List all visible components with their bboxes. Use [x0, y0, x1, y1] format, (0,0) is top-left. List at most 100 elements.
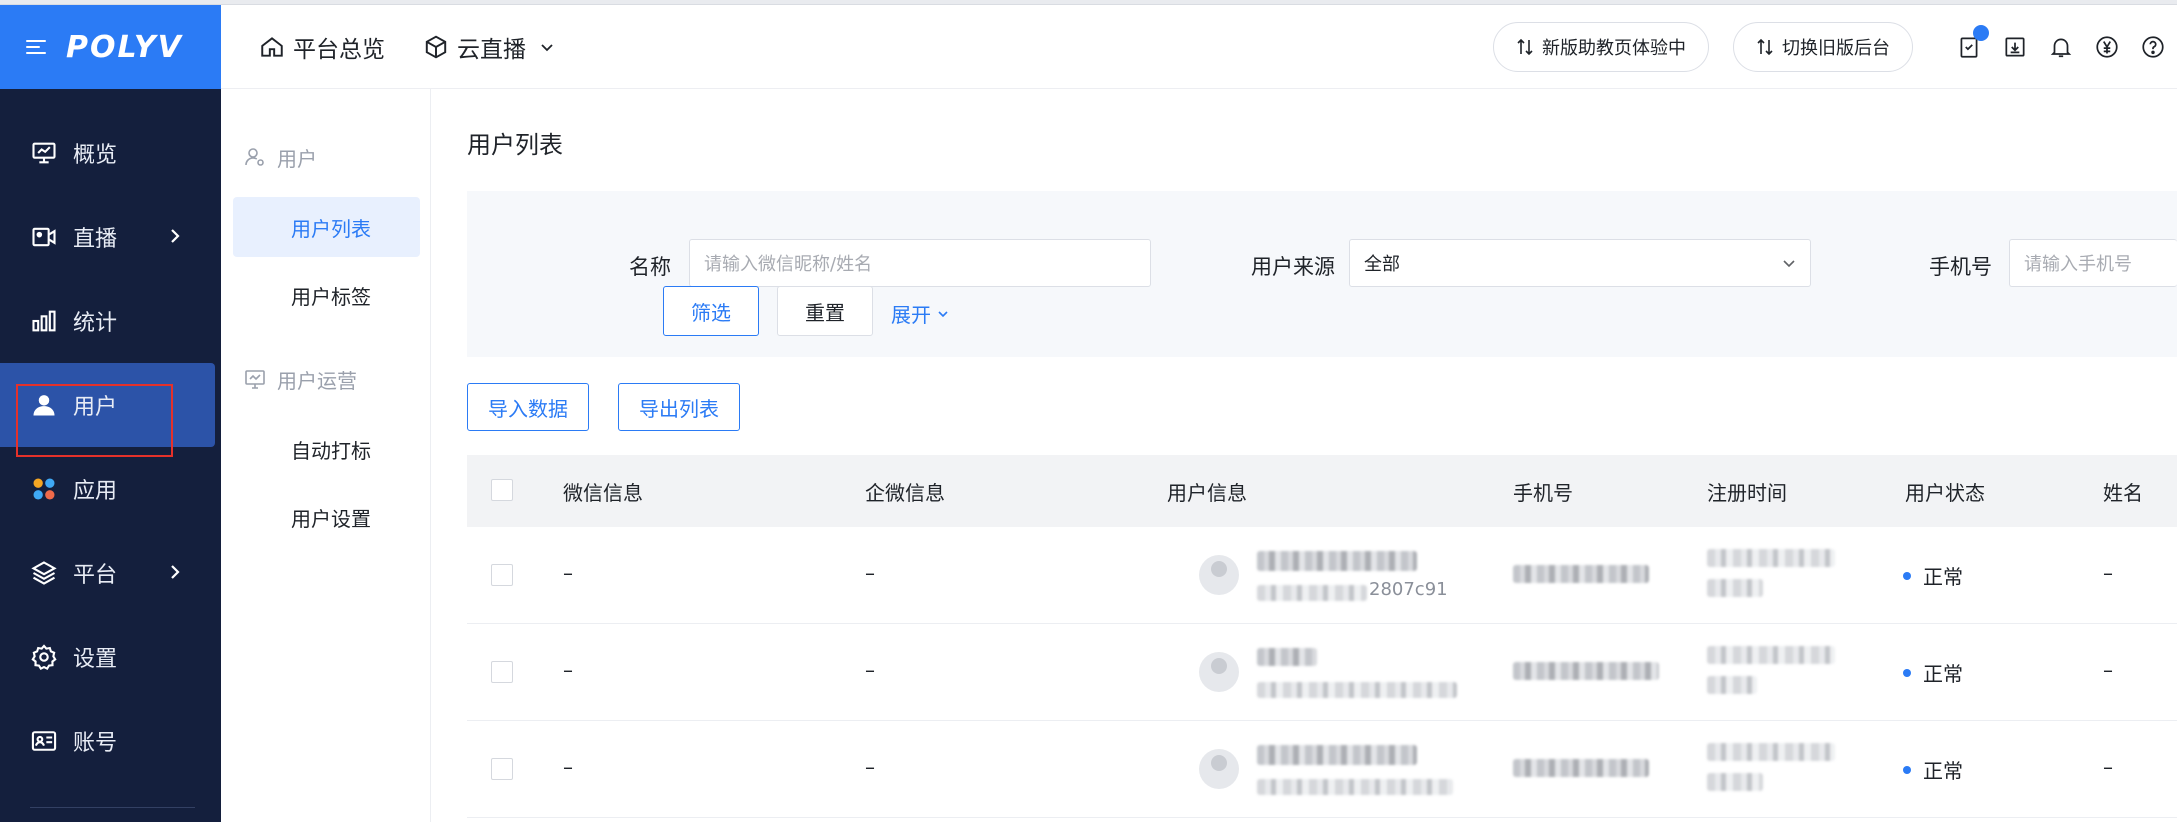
new-assistant-button[interactable]: 新版助教页体验中 [1493, 22, 1709, 72]
blurred-phone [1513, 759, 1649, 777]
main-content: 用户列表 名称 请输入微信昵称/姓名 用户来源 全部 手机号 请输入手机号 筛选… [431, 89, 2177, 822]
blurred-user-id [1257, 779, 1453, 795]
collapse-menu-icon[interactable] [26, 40, 46, 54]
sidebar-item-platform[interactable]: 平台 [0, 531, 221, 615]
import-data-button[interactable]: 导入数据 [467, 383, 589, 431]
bell-icon [2050, 38, 2072, 58]
highlight-box [16, 384, 173, 457]
status-dot-icon [1903, 668, 1911, 677]
blurred-register-time [1707, 646, 1835, 664]
product-switcher[interactable]: 云直播 [423, 30, 562, 64]
blurred-register-time [1707, 743, 1835, 761]
wechat-info: – [563, 561, 573, 585]
help-button[interactable] [2139, 33, 2167, 61]
blurred-nickname [1257, 745, 1417, 765]
source-select[interactable]: 全部 [1349, 239, 1811, 287]
name-input[interactable]: 请输入微信昵称/姓名 [689, 239, 1151, 287]
column-header: 注册时间 [1707, 480, 1787, 505]
avatar [1199, 652, 1239, 692]
sidebar-item-label: 直播 [73, 227, 118, 252]
wework-info: – [865, 658, 875, 682]
chevron-down-icon [541, 43, 553, 51]
sidebar-item-label: 设置 [73, 647, 118, 672]
status-label: 正常 [1923, 759, 1963, 783]
sidebar-item-settings[interactable]: 设置 [0, 615, 221, 699]
row-checkbox[interactable] [491, 758, 513, 780]
filter-panel: 名称 请输入微信昵称/姓名 用户来源 全部 手机号 请输入手机号 筛选 重置 展… [467, 191, 2177, 357]
chevron-down-icon [1783, 260, 1795, 268]
brand-logo: POLYV [66, 29, 183, 65]
reset-button[interactable]: 重置 [777, 286, 873, 336]
wechat-info: – [563, 658, 573, 682]
select-all-checkbox[interactable] [491, 479, 513, 501]
billing-button[interactable] [2093, 33, 2121, 61]
blurred-register-time [1707, 579, 1763, 597]
switch-old-label: 切换旧版后台 [1782, 38, 1890, 59]
table-row[interactable]: – – 正常 – [467, 721, 2177, 818]
sidebar-item-label: 平台 [73, 563, 118, 588]
subnav-item-user-list[interactable]: 用户列表 [233, 197, 420, 257]
product-label: 云直播 [457, 36, 526, 63]
export-list-button[interactable]: 导出列表 [618, 383, 740, 431]
sub-sidebar: 用户 用户列表 用户标签 用户运营 自动打标 用户设置 [221, 89, 431, 822]
phone-label: 手机号 [1929, 255, 1992, 279]
video-camera-icon [32, 227, 56, 247]
sidebar-item-label: 应用 [73, 479, 118, 504]
operations-icon [245, 370, 265, 389]
task-button[interactable] [1955, 25, 1989, 61]
switch-old-version-button[interactable]: 切换旧版后台 [1733, 22, 1913, 72]
chevron-right-icon [171, 565, 180, 579]
blurred-user-id [1257, 585, 1367, 601]
cube-icon [425, 35, 447, 58]
overview-label: 平台总览 [293, 36, 385, 63]
blurred-user-id [1257, 682, 1457, 698]
sidebar-divider [30, 807, 195, 808]
status-label: 正常 [1923, 662, 1963, 686]
blurred-register-time [1707, 676, 1757, 694]
download-button[interactable] [2001, 33, 2029, 61]
blurred-phone [1513, 565, 1649, 583]
subnav-group-label: 用户运营 [277, 368, 357, 393]
platform-overview-link[interactable]: 平台总览 [259, 30, 385, 64]
sidebar-item-label: 概览 [73, 143, 118, 168]
status-badge: 正常 [1903, 658, 1963, 687]
sidebar-item-apps[interactable]: 应用 [0, 447, 221, 531]
status-badge: 正常 [1903, 561, 1963, 590]
phone-input[interactable]: 请输入手机号 [2009, 239, 2177, 287]
subnav-item-auto-tagging[interactable]: 自动打标 [233, 419, 420, 479]
subnav-item-user-settings[interactable]: 用户设置 [233, 487, 420, 547]
sidebar-item-label: 账号 [73, 731, 118, 756]
user-settings-icon [245, 148, 264, 166]
expand-label: 展开 [891, 303, 931, 327]
name-cell: – [2103, 658, 2113, 682]
wework-info: – [865, 561, 875, 585]
status-dot-icon [1903, 765, 1911, 774]
expand-toggle[interactable]: 展开 [891, 299, 949, 328]
top-header: 平台总览 云直播 新版助教页体验中 切换旧版后台 [221, 5, 2177, 89]
sidebar-item-live[interactable]: 直播 [0, 195, 221, 279]
layers-icon [31, 561, 57, 585]
table-header: 微信信息 企微信息 用户信息 手机号 注册时间 用户状态 姓名 [467, 455, 2177, 527]
status-badge: 正常 [1903, 755, 1963, 784]
chevron-down-icon [938, 310, 948, 317]
wework-info: – [865, 755, 875, 779]
blurred-phone [1513, 662, 1659, 680]
sidebar-item-overview[interactable]: 概览 [0, 111, 221, 195]
monitor-icon [32, 142, 56, 164]
switch-arrows-icon [1757, 38, 1773, 56]
table-row[interactable]: – – 2807c91 正常 – [467, 527, 2177, 624]
name-cell: – [2103, 755, 2113, 779]
id-card-icon [31, 731, 57, 751]
sidebar-item-account[interactable]: 账号 [0, 699, 221, 783]
sidebar-item-label: 统计 [73, 311, 118, 336]
filter-button[interactable]: 筛选 [663, 286, 759, 336]
row-checkbox[interactable] [491, 661, 513, 683]
avatar [1199, 555, 1239, 595]
notification-button[interactable] [2047, 33, 2075, 61]
table-row[interactable]: – – 正常 – [467, 624, 2177, 721]
apps-icon [33, 478, 55, 500]
download-icon [2005, 37, 2025, 57]
row-checkbox[interactable] [491, 564, 513, 586]
sidebar-item-statistics[interactable]: 统计 [0, 279, 221, 363]
subnav-item-user-tags[interactable]: 用户标签 [233, 265, 420, 325]
